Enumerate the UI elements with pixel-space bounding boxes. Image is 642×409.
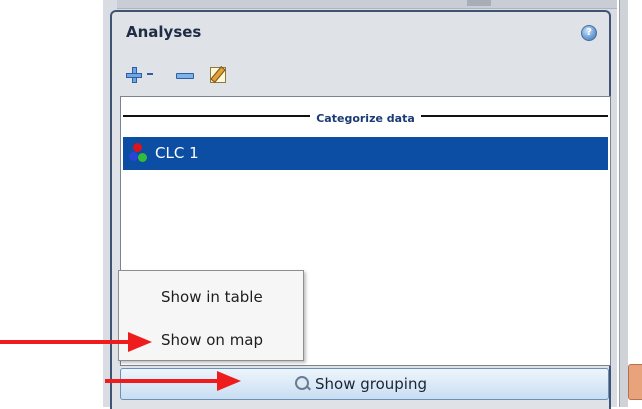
group-label: Categorize data (310, 111, 421, 127)
dropdown-caret-icon (147, 73, 153, 75)
magnifier-icon (295, 376, 311, 391)
splitter-grip[interactable] (467, 0, 491, 6)
help-icon[interactable]: ? (581, 25, 597, 41)
red-arrow-pointing-to-show-on-map (0, 330, 152, 354)
list-item-clc-1[interactable]: CLC 1 (123, 137, 608, 170)
panel-title: Analyses (126, 23, 202, 41)
plus-icon (126, 67, 142, 83)
toolbar (124, 64, 324, 86)
show-grouping-label: Show grouping (315, 375, 428, 393)
adjacent-panel-button[interactable] (628, 364, 642, 400)
list-item-label: CLC 1 (155, 144, 199, 162)
edit-analysis-button[interactable] (208, 64, 228, 86)
remove-analysis-button[interactable] (174, 64, 194, 86)
top-splitter[interactable] (117, 0, 631, 9)
color-dots-icon (129, 143, 151, 165)
right-splitter[interactable] (619, 0, 628, 407)
add-analysis-button[interactable] (124, 64, 158, 86)
panel-header: Analyses ? (112, 12, 609, 52)
minus-icon (176, 73, 194, 79)
menu-item-show-in-table[interactable]: Show in table (120, 281, 302, 313)
group-header: Categorize data (123, 107, 608, 127)
red-arrow-pointing-to-show-grouping (105, 369, 241, 393)
